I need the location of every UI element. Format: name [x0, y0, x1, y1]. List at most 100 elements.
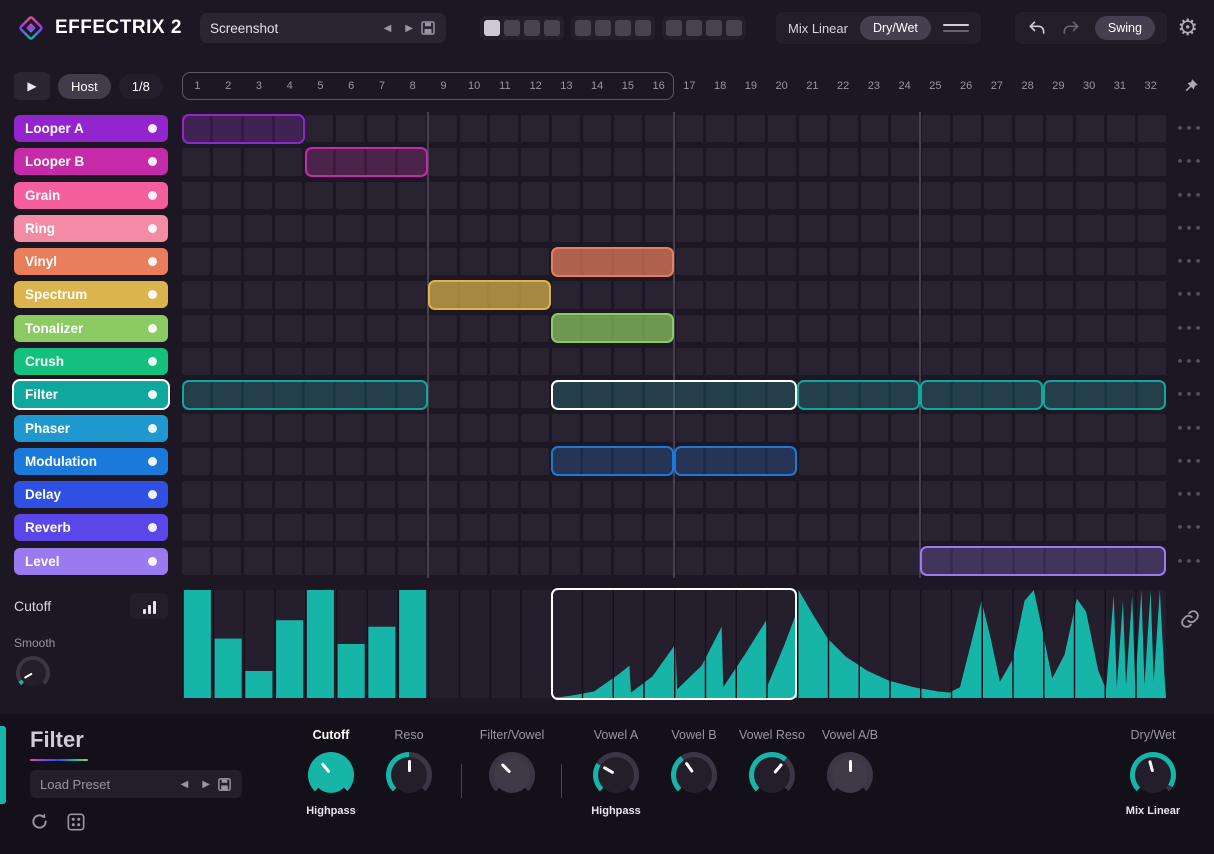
step-cell[interactable] — [1107, 148, 1136, 176]
track-pill-vinyl[interactable]: Vinyl — [14, 248, 168, 276]
step-cell[interactable] — [1045, 347, 1074, 376]
step-cell[interactable] — [860, 281, 889, 309]
step-cell[interactable] — [1138, 414, 1166, 442]
effect-block[interactable] — [182, 113, 305, 144]
step-cell[interactable] — [367, 514, 395, 542]
step-cell[interactable] — [582, 148, 611, 176]
step-cell[interactable] — [1076, 148, 1105, 176]
step-cell[interactable] — [613, 480, 642, 509]
step-cell[interactable] — [644, 347, 673, 376]
step-cell[interactable] — [737, 347, 766, 376]
pattern-slot-12[interactable] — [726, 20, 742, 36]
track-enable-dot[interactable] — [148, 456, 157, 466]
step-cell[interactable] — [737, 248, 766, 276]
step-cell[interactable] — [1138, 214, 1166, 243]
step-cell[interactable] — [737, 214, 766, 243]
step-cell[interactable] — [367, 115, 395, 143]
step-cell[interactable] — [768, 181, 796, 209]
step-cell[interactable] — [1014, 447, 1043, 475]
effect-block[interactable] — [428, 279, 551, 311]
step-cell[interactable] — [428, 547, 457, 575]
step-cell[interactable] — [490, 347, 519, 376]
step-cell[interactable] — [1045, 148, 1074, 176]
step-cell[interactable] — [706, 414, 735, 442]
step-cell[interactable] — [582, 115, 611, 143]
step-cell[interactable] — [1138, 480, 1166, 509]
track-pill-tonalizer[interactable]: Tonalizer — [14, 314, 168, 342]
step-cell[interactable] — [336, 281, 365, 309]
step-cell[interactable] — [1076, 281, 1105, 309]
step-cell[interactable] — [367, 314, 395, 342]
track-pill-looper-a[interactable]: Looper A — [14, 115, 168, 143]
step-cell[interactable] — [212, 347, 241, 376]
step-cell[interactable] — [922, 480, 951, 509]
step-cell[interactable] — [582, 281, 611, 309]
step-cell[interactable] — [1014, 148, 1043, 176]
step-cell[interactable] — [182, 347, 210, 376]
effect-block[interactable] — [920, 379, 1043, 410]
step-cell[interactable] — [521, 181, 550, 209]
step-cell[interactable] — [675, 248, 704, 276]
step-cell[interactable] — [953, 281, 981, 309]
drywet-button[interactable]: Dry/Wet — [859, 16, 931, 40]
step-cell[interactable] — [521, 414, 550, 442]
knob-vowel-a-b[interactable] — [827, 752, 873, 798]
step-cell[interactable] — [490, 214, 519, 243]
play-button[interactable]: ▶ — [14, 72, 50, 100]
pattern-slot-9[interactable] — [666, 20, 682, 36]
step-cell[interactable] — [829, 248, 858, 276]
step-cell[interactable] — [1107, 115, 1136, 143]
step-cell[interactable] — [336, 248, 365, 276]
step-cell[interactable] — [243, 148, 272, 176]
step-cell[interactable] — [860, 347, 889, 376]
knob-vowel-reso[interactable] — [749, 752, 795, 798]
smooth-knob[interactable] — [16, 655, 50, 690]
step-cell[interactable] — [860, 314, 889, 342]
step-cell[interactable] — [1107, 414, 1136, 442]
track-enable-dot[interactable] — [148, 523, 157, 533]
step-cell[interactable] — [983, 248, 1012, 276]
step-cell[interactable] — [644, 281, 673, 309]
row-menu-dots[interactable]: ••• — [1176, 278, 1203, 311]
step-cell[interactable] — [983, 347, 1012, 376]
step-cell[interactable] — [675, 115, 704, 143]
step-cell[interactable] — [706, 314, 735, 342]
pattern-slot-11[interactable] — [706, 20, 722, 36]
step-cell[interactable] — [305, 347, 334, 376]
step-cell[interactable] — [305, 547, 334, 575]
step-cell[interactable] — [182, 281, 210, 309]
step-cell[interactable] — [737, 148, 766, 176]
step-cell[interactable] — [922, 181, 951, 209]
step-cell[interactable] — [428, 148, 457, 176]
track-pill-phaser[interactable]: Phaser — [14, 414, 168, 442]
track-pill-crush[interactable]: Crush — [14, 347, 168, 375]
step-cell[interactable] — [336, 314, 365, 342]
step-cell[interactable] — [1014, 480, 1043, 509]
step-cell[interactable] — [274, 214, 303, 243]
step-cell[interactable] — [1045, 514, 1074, 542]
step-cell[interactable] — [305, 115, 334, 143]
step-cell[interactable] — [367, 347, 395, 376]
step-cell[interactable] — [490, 447, 519, 475]
step-cell[interactable] — [768, 214, 796, 243]
host-sync-button[interactable]: Host — [58, 73, 111, 99]
step-cell[interactable] — [212, 414, 241, 442]
step-cell[interactable] — [829, 347, 858, 376]
step-cell[interactable] — [490, 414, 519, 442]
step-cell[interactable] — [552, 181, 580, 209]
step-cell[interactable] — [891, 314, 920, 342]
step-cell[interactable] — [891, 347, 920, 376]
step-cell[interactable] — [243, 347, 272, 376]
step-cell[interactable] — [922, 347, 951, 376]
step-cell[interactable] — [891, 281, 920, 309]
step-cell[interactable] — [459, 480, 488, 509]
row-menu-dots[interactable]: ••• — [1176, 445, 1203, 478]
step-cell[interactable] — [521, 248, 550, 276]
step-cell[interactable] — [274, 547, 303, 575]
step-cell[interactable] — [182, 480, 210, 509]
step-cell[interactable] — [521, 347, 550, 376]
step-cell[interactable] — [397, 314, 426, 342]
step-cell[interactable] — [212, 514, 241, 542]
track-enable-dot[interactable] — [148, 356, 157, 366]
step-cell[interactable] — [428, 314, 457, 342]
